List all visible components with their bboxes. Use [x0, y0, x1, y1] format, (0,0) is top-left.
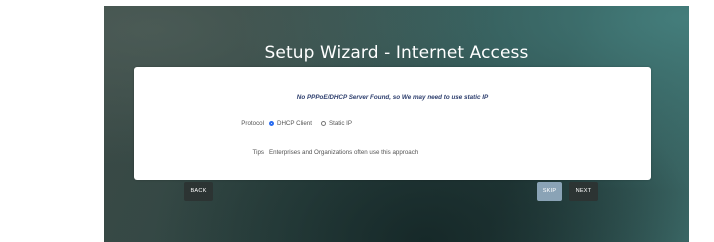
radio-option-static-ip[interactable]: Static IP: [320, 120, 353, 127]
protocol-row: Protocol DHCP Client Static IP: [134, 120, 361, 127]
dhcp-client-radio[interactable]: [269, 121, 274, 126]
skip-button[interactable]: SKIP: [537, 182, 562, 201]
static-ip-radio[interactable]: [320, 121, 326, 126]
back-button[interactable]: BACK: [184, 182, 213, 201]
wizard-viewport: Setup Wizard - Internet Access No PPPoE/…: [104, 6, 689, 242]
protocol-label: Protocol: [241, 120, 264, 127]
dhcp-client-label: DHCP Client: [277, 120, 312, 127]
wizard-card: No PPPoE/DHCP Server Found, so We may ne…: [134, 67, 651, 180]
wizard-title: Setup Wizard - Internet Access: [264, 43, 529, 63]
tips-label: Tips: [252, 149, 264, 156]
next-button[interactable]: NEXT: [569, 182, 598, 201]
no-server-notice: No PPPoE/DHCP Server Found, so We may ne…: [296, 94, 489, 101]
tips-row: Tips Enterprises and Organizations often…: [134, 149, 419, 156]
tips-text: Enterprises and Organizations often use …: [269, 149, 419, 156]
radio-option-dhcp-client[interactable]: DHCP Client: [269, 120, 312, 127]
static-ip-label: Static IP: [328, 120, 353, 127]
